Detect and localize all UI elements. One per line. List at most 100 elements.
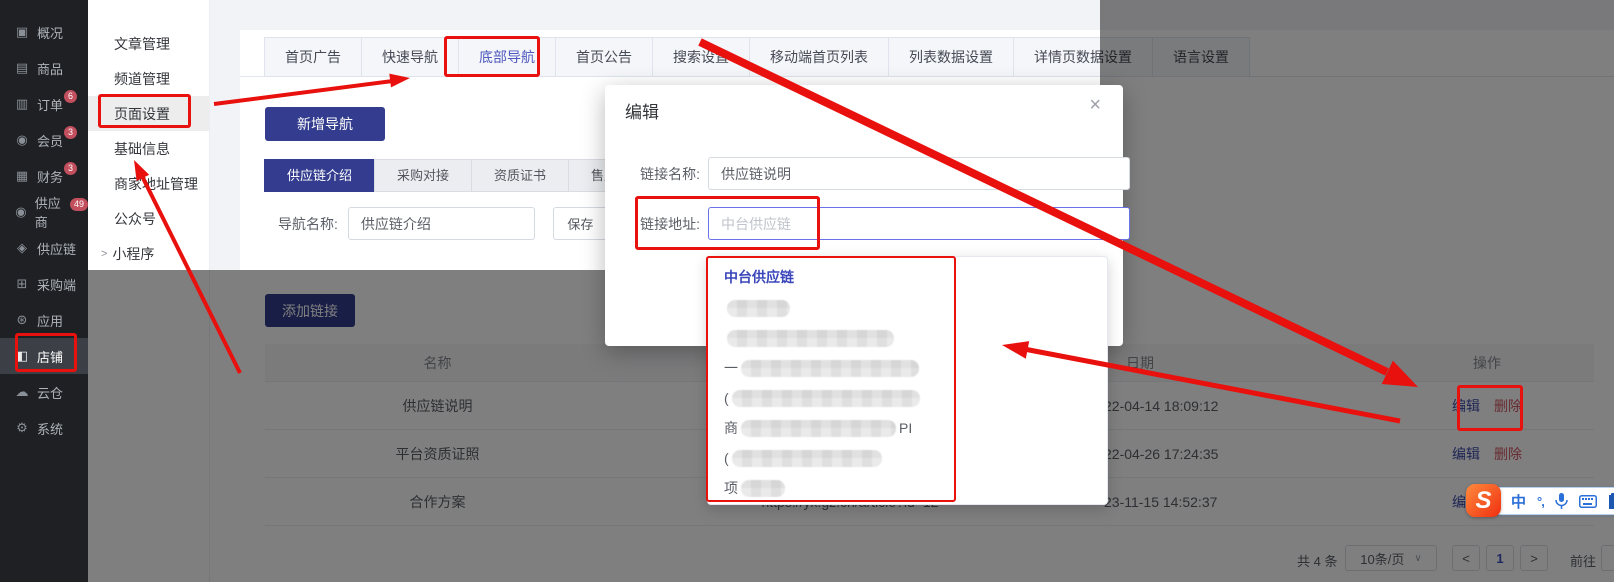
submenu-label: 基础信息 [114,139,170,159]
censored-text [741,420,896,437]
sidebar-item-label: 系统 [37,419,63,438]
goto-page-label: 前往 [1570,551,1596,570]
finance-badge: 3 [64,162,77,175]
app-window: 首页广告 快速导航 底部导航 首页公告 搜索设置 移动端首页列表 列表数据设置 … [0,0,1614,582]
sidebar-item-members[interactable]: ◉会员3 [0,122,88,158]
option-text: ( [724,390,729,406]
sidebar-item-suppliers[interactable]: ◉ 供应商49 [0,194,88,230]
page-size-select[interactable]: 10条/页 ∨ [1345,545,1437,571]
censored-text [727,300,790,317]
submenu-label: 公众号 [114,209,156,229]
dropdown-option-list: 一 ( 商PI ( 项 [724,293,1097,503]
link-address-row: 链接地址: [630,207,1130,240]
dropdown-option[interactable] [724,323,1097,353]
shop-icon: ◧ [13,348,31,364]
orders-icon: ▥ [13,96,31,112]
submenu-label: 文章管理 [114,34,170,54]
link-name-row: 链接名称: [630,157,1130,190]
next-page-button[interactable]: > [1520,545,1548,571]
orders-badge: 6 [64,90,77,103]
supply-chain-icon: ◈ [13,240,31,256]
submenu-item-merchant-address[interactable]: 商家地址管理 [88,166,209,201]
sogou-ime-logo[interactable]: S [1466,484,1501,517]
sidebar-item-cloud-warehouse[interactable]: ☁云仓 [0,374,88,410]
total-count-label: 共 4 条 [1297,551,1337,570]
virtual-keyboard-icon[interactable] [1579,495,1597,508]
close-icon[interactable]: × [1089,95,1101,115]
option-text: 一 [724,358,738,378]
sidebar-item-label: 供应商 [35,193,69,231]
sidebar-item-goods[interactable]: ▤ 商品 [0,50,88,86]
submenu-label: 页面设置 [114,104,170,124]
sidebar-item-procurement[interactable]: ⊞ 采购端 [0,266,88,302]
submenu-item-official-account[interactable]: 公众号 [88,201,209,236]
secondary-sidebar: 文章管理 频道管理 页面设置 基础信息 商家地址管理 公众号 >小程序 [88,0,210,582]
page-size-value: 10条/页 [1360,549,1404,568]
sidebar-item-label: 采购端 [37,275,76,294]
sidebar-item-system[interactable]: ⚙ 系统 [0,410,88,446]
finance-icon: ▦ [13,168,31,184]
censored-text [732,390,920,407]
submenu-label: 频道管理 [114,69,170,89]
link-address-dropdown: 中台供应链 一 ( 商PI ( 项 [707,256,1108,505]
clipboard-icon[interactable] [1608,493,1614,509]
link-address-input[interactable] [708,207,1130,240]
microphone-icon[interactable] [1555,493,1568,509]
gear-icon: ⚙ [13,420,31,436]
sidebar-item-orders[interactable]: ▥ 订单6 [0,86,88,122]
censored-text [741,480,785,497]
dropdown-option[interactable] [724,293,1097,323]
sidebar-item-label: 商品 [37,59,63,78]
sidebar-item-label: 供应链 [37,239,76,258]
dialog-title: 编辑 [625,98,659,123]
sidebar-item-supply-chain[interactable]: ◈ 供应链 [0,230,88,266]
page-number-button[interactable]: 1 [1486,545,1514,571]
submenu-item-page-settings[interactable]: 页面设置 [88,96,209,131]
sidebar-item-finance[interactable]: ▦ 财务3 [0,158,88,194]
submenu-item-channel-mgmt[interactable]: 频道管理 [88,61,209,96]
suppliers-icon: ◉ [13,204,29,220]
sidebar-item-label: 订单 [37,95,63,114]
apps-icon: ⊛ [13,312,31,328]
submenu-item-article-mgmt[interactable]: 文章管理 [88,26,209,61]
censored-text [727,330,894,347]
dropdown-option[interactable]: ( [724,443,1097,473]
option-text: ( [724,450,729,466]
censored-text [741,360,919,377]
suppliers-badge: 49 [70,198,88,211]
link-name-input[interactable] [708,157,1130,190]
submenu-item-mini-program[interactable]: >小程序 [88,236,209,271]
sidebar-item-label: 店铺 [37,347,63,366]
submenu-label: 商家地址管理 [114,174,198,194]
link-name-label: 链接名称: [630,164,700,184]
dropdown-option[interactable]: ( [724,383,1097,413]
ime-punctuation-toggle[interactable]: °, [1537,494,1544,509]
goto-page-input[interactable] [1601,545,1614,571]
prev-page-button[interactable]: < [1452,545,1480,571]
dropdown-option[interactable]: 一 [724,353,1097,383]
procurement-icon: ⊞ [13,276,31,292]
members-icon: ◉ [13,132,31,148]
goods-icon: ▤ [13,60,31,76]
ime-language-toggle[interactable]: 中 [1511,491,1526,512]
submenu-item-basic-info[interactable]: 基础信息 [88,131,209,166]
ime-toolbar: 中 °, [1496,487,1614,515]
overview-icon: ▣ [13,24,31,40]
dropdown-group-label: 中台供应链 [724,267,794,287]
option-text: PI [899,420,912,436]
censored-text [732,450,882,467]
sidebar-item-apps[interactable]: ⊛ 应用 [0,302,88,338]
sidebar-item-label: 财务 [37,167,63,186]
sidebar-item-label: 应用 [37,311,63,330]
submenu-label: 小程序 [112,244,154,264]
dropdown-option[interactable]: 项 [724,473,1097,503]
sidebar-item-shop[interactable]: ◧ 店铺 [0,338,88,374]
sidebar-item-label: 概况 [37,23,63,42]
link-address-label: 链接地址: [630,214,700,234]
chevron-down-icon: ∨ [1414,553,1421,564]
members-badge: 3 [64,126,77,139]
sidebar-item-label: 云仓 [37,383,63,402]
sidebar-item-overview[interactable]: ▣ 概况 [0,14,88,50]
option-text: 项 [724,478,738,498]
dropdown-option[interactable]: 商PI [724,413,1097,443]
